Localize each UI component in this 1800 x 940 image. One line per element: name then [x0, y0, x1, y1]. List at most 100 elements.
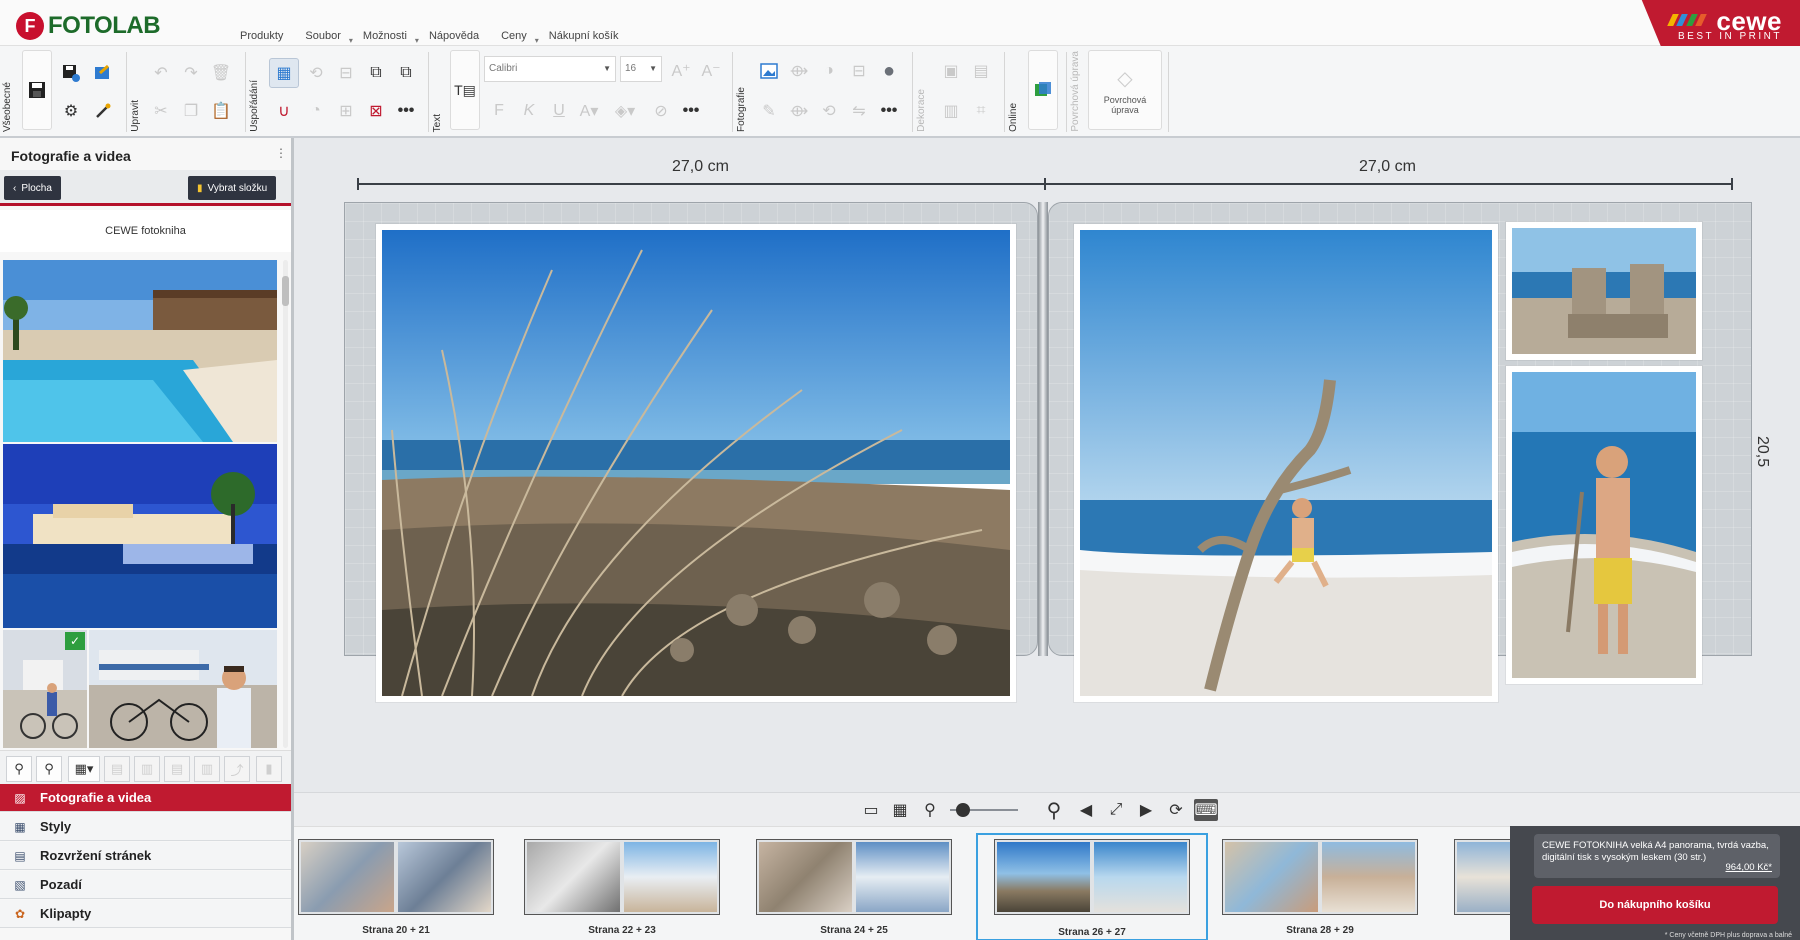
copy-button[interactable]: ❐: [176, 96, 206, 126]
panel-grip-icon[interactable]: ⋮: [275, 146, 287, 160]
sort-button[interactable]: ▥: [134, 756, 160, 782]
align-button[interactable]: ⊟: [331, 58, 361, 88]
remove-photos-button[interactable]: ▮: [256, 756, 282, 782]
add-frame-button[interactable]: ⧉: [391, 58, 421, 88]
grid-toggle-button[interactable]: ▦: [269, 58, 299, 88]
category-layouts[interactable]: ▤ Rozvržení stránek: [0, 842, 291, 870]
photo-thumbnail[interactable]: ✓: [3, 630, 87, 748]
decoration-corner-button[interactable]: ⌗: [966, 96, 996, 126]
grid-view-button[interactable]: ▦: [888, 799, 912, 821]
zoom-slider-handle[interactable]: [956, 803, 970, 817]
keyboard-button[interactable]: ⌨: [1194, 799, 1218, 821]
settings-button[interactable]: ⚙: [56, 96, 86, 126]
surface-finish-button[interactable]: ◇ Povrchová úprava: [1088, 50, 1162, 130]
category-cliparts[interactable]: ✿ Klipарty: [0, 900, 291, 928]
redo-button[interactable]: ↷: [176, 58, 206, 88]
export-photos-button[interactable]: ⤴: [224, 756, 250, 782]
paste-button[interactable]: 📋: [206, 96, 236, 126]
filmstrip-spread[interactable]: Strana 24 + 25: [756, 837, 952, 940]
decoration-border-button[interactable]: ▥: [936, 96, 966, 126]
text-more-button[interactable]: •••: [676, 96, 706, 126]
arrange-more-button[interactable]: •••: [391, 96, 421, 126]
filmstrip-spread[interactable]: Strana 20 + 21: [298, 837, 494, 940]
add-to-cart-button[interactable]: Do nákupního košíku: [1532, 886, 1778, 924]
previous-page-button[interactable]: ◀: [1074, 799, 1098, 821]
photo-thumbnail[interactable]: [3, 444, 277, 628]
add-text-button[interactable]: T▤: [450, 50, 480, 130]
category-backgrounds[interactable]: ▧ Pozadí: [0, 871, 291, 899]
photo-effects-button[interactable]: ⟴: [784, 56, 814, 86]
fill-color-button[interactable]: ◈▾: [610, 96, 640, 126]
font-size-select[interactable]: 16 ▼: [620, 56, 662, 82]
font-grow-button[interactable]: A⁺: [666, 56, 696, 86]
photo-replace-button[interactable]: ⊟: [844, 56, 874, 86]
photo-frame-boy-beach[interactable]: [1506, 366, 1702, 684]
photo-mask-button[interactable]: ●: [874, 56, 904, 86]
underline-button[interactable]: U: [544, 96, 574, 126]
photo-frame-grass[interactable]: [376, 224, 1016, 702]
zoom-in-thumbs-button[interactable]: ⚲: [36, 756, 62, 782]
filmstrip-spread[interactable]: Strana 28 + 29: [1222, 837, 1418, 940]
text-clear-button[interactable]: ⊘: [646, 96, 676, 126]
menu-cart[interactable]: Nákupní košík: [549, 30, 641, 42]
photo-frame-sandcastle[interactable]: [1506, 222, 1702, 360]
font-shrink-button[interactable]: A⁻: [696, 56, 726, 86]
menu-options[interactable]: Možnosti ▾: [363, 30, 429, 45]
save-as-button[interactable]: [56, 58, 86, 88]
online-service-button[interactable]: [1028, 50, 1058, 130]
select-folder-button[interactable]: ▮ Vybrat složku: [188, 176, 277, 200]
photo-thumbnail[interactable]: [3, 260, 277, 442]
rotate-button[interactable]: ⟲: [301, 58, 331, 88]
font-size-value: 16: [625, 63, 637, 74]
add-photo-button[interactable]: [754, 56, 784, 86]
cut-button[interactable]: ✂: [146, 96, 176, 126]
photo-rotate-button[interactable]: ⟲: [814, 96, 844, 126]
zoom-in-button[interactable]: ⚲: [1042, 799, 1066, 822]
snap-button[interactable]: ∪: [269, 96, 299, 126]
menu-products[interactable]: Produkty: [240, 30, 305, 42]
menu-file[interactable]: Soubor ▾: [305, 30, 362, 45]
photo-crop-button[interactable]: ◑: [814, 56, 844, 86]
bold-button[interactable]: F: [484, 96, 514, 126]
save-button[interactable]: [22, 50, 52, 130]
remove-frame-button[interactable]: ⊠: [361, 96, 391, 126]
add-photo-frame-button[interactable]: ⧉: [361, 58, 391, 88]
back-button[interactable]: ‹ Plocha: [4, 176, 61, 200]
photo-frame-driftwood[interactable]: [1074, 224, 1498, 702]
rotate-view-button[interactable]: ⟳: [1164, 799, 1188, 821]
photo-filter-button[interactable]: ⟴: [784, 96, 814, 126]
photo-more-button[interactable]: •••: [874, 96, 904, 126]
filmstrip-spread[interactable]: Strana 22 + 23: [524, 837, 720, 940]
menu-help[interactable]: Nápověda: [429, 30, 501, 42]
photo-grid-scrollbar[interactable]: [280, 260, 290, 748]
text-color-button[interactable]: A▾: [574, 96, 604, 126]
photo-flip-button[interactable]: ⇋: [844, 96, 874, 126]
layer-button[interactable]: ◔: [301, 96, 331, 126]
next-page-button[interactable]: ▶: [1134, 799, 1158, 821]
wizard-button[interactable]: [88, 96, 118, 126]
delete-button[interactable]: 🗑: [206, 58, 236, 88]
font-family-select[interactable]: Calibri ▼: [484, 56, 616, 82]
zoom-out-thumbs-button[interactable]: ⚲: [6, 756, 32, 782]
photo-thumbnail[interactable]: [89, 630, 277, 748]
decoration-frame-button[interactable]: ▣: [936, 56, 966, 86]
filmstrip-spread-current[interactable]: Strana 26 + 27: [976, 833, 1208, 940]
undo-button[interactable]: ↶: [146, 58, 176, 88]
view-options-button[interactable]: ▦▾: [68, 756, 100, 782]
category-styles[interactable]: ▦ Styly: [0, 813, 291, 841]
filmstrip-spread-partial[interactable]: [1454, 837, 1510, 940]
zoom-out-button[interactable]: ⚲: [918, 799, 942, 821]
filter-button[interactable]: ▤: [164, 756, 190, 782]
italic-button[interactable]: K: [514, 96, 544, 126]
photo-edit-button[interactable]: ✎: [754, 96, 784, 126]
fit-to-screen-button[interactable]: ⤢: [1104, 799, 1128, 821]
distribute-button[interactable]: ⊞: [331, 96, 361, 126]
product-price[interactable]: 964,00 Kč*: [1726, 862, 1772, 874]
decoration-shadow-button[interactable]: ▤: [966, 56, 996, 86]
single-view-button[interactable]: ▭: [859, 799, 883, 821]
menu-prices[interactable]: Ceny ▾: [501, 30, 549, 45]
autofill-button[interactable]: ▤: [104, 756, 130, 782]
export-button[interactable]: [88, 58, 118, 88]
category-photos[interactable]: ▨ Fotografie a videa: [0, 784, 291, 812]
group-button[interactable]: ▥: [194, 756, 220, 782]
